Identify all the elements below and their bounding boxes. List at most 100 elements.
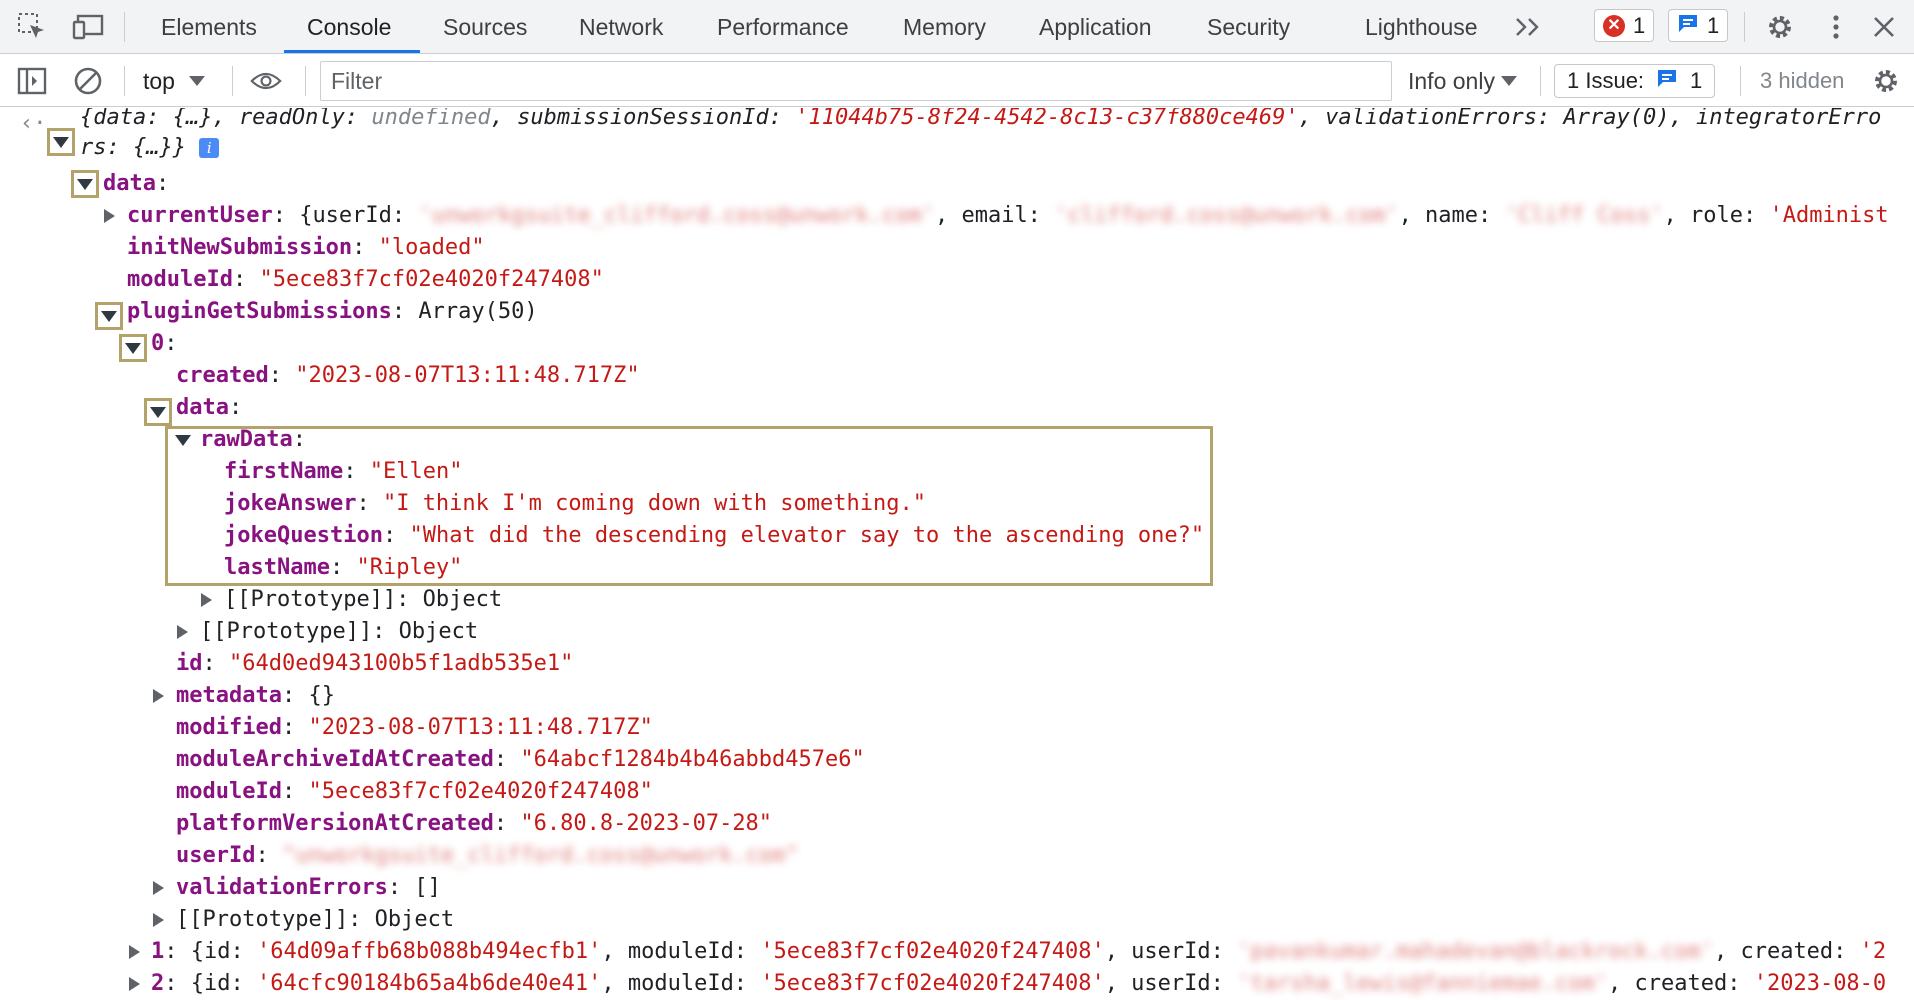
redacted-user-id: "unworkgsuite_clifford.coss@unwork.com" [281, 843, 799, 868]
expand-toggle-metadata[interactable] [153, 680, 164, 712]
property-prototype-item[interactable]: [[Prototype]]: Object [176, 904, 454, 936]
property-prototype-data[interactable]: [[Prototype]]: Object [200, 616, 478, 648]
chevron-right-icon [153, 913, 164, 927]
redacted-user-id: 'unworkgsuite_clifford.coss@unwork.com' [418, 203, 935, 228]
divider [1540, 66, 1541, 96]
context-label: top [143, 68, 175, 94]
redacted-name: 'Cliff Coss' [1504, 203, 1664, 228]
expand-toggle-rawdata[interactable] [175, 424, 191, 456]
error-icon: ✕ [1603, 14, 1625, 37]
tab-network[interactable]: Network [579, 0, 663, 54]
divider [305, 66, 306, 96]
clear-console-icon[interactable] [72, 65, 104, 97]
message-count: 1 [1707, 12, 1720, 38]
redacted-user-id: 'tarsha_lewis@fanniemae.com' [1237, 971, 1609, 996]
property-validationerrors[interactable]: validationErrors: [] [176, 872, 441, 904]
issues-button[interactable]: 1 Issue: 1 [1554, 64, 1716, 98]
log-levels-label: Info only [1408, 68, 1495, 94]
redacted-email: 'clifford.coss@unwork.com' [1054, 203, 1399, 228]
tab-security[interactable]: Security [1207, 0, 1290, 54]
close-icon[interactable] [1868, 11, 1900, 43]
expand-toggle-item-data[interactable] [144, 398, 172, 426]
property-item-data[interactable]: data: [176, 392, 242, 424]
tab-performance[interactable]: Performance [717, 0, 849, 54]
object-summary[interactable]: {data: {…}, readOnly: undefined, submiss… [80, 108, 1881, 134]
property-userid[interactable]: userId: "unworkgsuite_clifford.coss@unwo… [176, 840, 799, 872]
expand-toggle-prototype-data[interactable] [177, 616, 188, 648]
expand-toggle-item-0[interactable] [119, 334, 147, 362]
tab-memory[interactable]: Memory [903, 0, 986, 54]
expand-toggle-validationerrors[interactable] [153, 872, 164, 904]
error-count: 1 [1633, 12, 1646, 38]
expand-toggle-item-2[interactable] [129, 968, 140, 1000]
chevron-right-icon [153, 881, 164, 895]
chevron-right-icon [129, 945, 140, 959]
expand-toggle-plugingetsubmissions[interactable] [95, 302, 123, 330]
console-settings-gear-icon[interactable] [1870, 65, 1902, 97]
chevron-right-icon [153, 689, 164, 703]
expand-toggle-prototype-rawdata[interactable] [201, 584, 212, 616]
issues-count: 1 [1690, 68, 1703, 93]
tab-lighthouse[interactable]: Lighthouse [1365, 0, 1478, 54]
device-toolbar-icon[interactable] [72, 11, 104, 43]
expand-toggle-currentuser[interactable] [104, 200, 115, 232]
redacted-user-id: 'pavankumar.mahadevan@blackrock.com' [1237, 939, 1714, 964]
property-jokequestion[interactable]: jokeQuestion: "What did the descending e… [224, 520, 1204, 552]
more-options-icon[interactable] [1820, 11, 1852, 43]
property-item-moduleid[interactable]: moduleId: "5ece83f7cf02e4020f247408" [176, 776, 653, 808]
tab-sources[interactable]: Sources [443, 0, 527, 54]
chevron-right-icon [177, 625, 188, 639]
expand-toggle-prototype-item[interactable] [153, 904, 164, 936]
log-levels-dropdown[interactable]: Info only [1408, 64, 1517, 98]
array-item-2[interactable]: 2: {id: '64cfc90184b65a4b6de40e41', modu… [151, 968, 1886, 1000]
tab-console[interactable]: Console [307, 0, 391, 54]
property-rawdata[interactable]: rawData: [200, 424, 306, 456]
property-prototype-rawdata[interactable]: [[Prototype]]: Object [224, 584, 502, 616]
property-created[interactable]: created: "2023-08-07T13:11:48.717Z" [176, 360, 640, 392]
live-expression-eye-icon[interactable] [250, 65, 282, 97]
context-selector[interactable]: top [143, 64, 205, 98]
array-item-1[interactable]: 1: {id: '64d09affb68b088b494ecfb1', modu… [151, 936, 1886, 968]
tab-elements[interactable]: Elements [161, 0, 257, 54]
array-index-0[interactable]: 0: [151, 328, 178, 360]
hidden-messages-count: 3 hidden [1760, 68, 1845, 93]
chevron-right-icon [201, 593, 212, 607]
divider [1740, 66, 1741, 96]
property-moduleid[interactable]: moduleId: "5ece83f7cf02e4020f247408" [127, 264, 604, 296]
message-icon [1656, 68, 1678, 94]
info-icon: i [199, 138, 220, 158]
expand-toggle-data[interactable] [71, 170, 99, 198]
property-modulearchiveidatcreated[interactable]: moduleArchiveIdAtCreated: "64abcf1284b4b… [176, 744, 865, 776]
tab-application[interactable]: Application [1039, 0, 1152, 54]
property-data[interactable]: data: [103, 168, 169, 200]
filter-input[interactable] [320, 61, 1392, 101]
chevron-right-icon [129, 977, 140, 991]
expand-toggle-item-1[interactable] [129, 936, 140, 968]
expand-toggle-root[interactable] [47, 128, 75, 156]
property-metadata[interactable]: metadata: {} [176, 680, 335, 712]
inspect-element-icon[interactable] [16, 11, 48, 43]
property-platformversionatcreated[interactable]: platformVersionAtCreated: "6.80.8-2023-0… [176, 808, 772, 840]
devtools-tab-bar: Elements Console Sources Network Perform… [0, 0, 1914, 54]
more-tabs-icon[interactable] [1512, 11, 1544, 43]
active-tab-indicator [284, 50, 420, 53]
property-initnewsubmission[interactable]: initNewSubmission: "loaded" [127, 232, 485, 264]
chevron-down-icon [1500, 76, 1517, 86]
chevron-down-icon [188, 76, 205, 86]
property-plugingetsubmissions[interactable]: pluginGetSubmissions: Array(50) [127, 296, 538, 328]
property-modified[interactable]: modified: "2023-08-07T13:11:48.717Z" [176, 712, 653, 744]
property-firstname[interactable]: firstName: "Ellen" [224, 456, 462, 488]
chevron-down-icon [125, 342, 141, 354]
divider [232, 66, 233, 96]
property-lastname[interactable]: lastName: "Ripley" [224, 552, 462, 584]
message-counter-button[interactable]: 1 [1668, 9, 1729, 42]
chevron-down-icon [53, 136, 69, 148]
console-output: ‹· {data: {…}, readOnly: undefined, subm… [0, 108, 1914, 1000]
property-jokeanswer[interactable]: jokeAnswer: "I think I'm coming down wit… [224, 488, 926, 520]
sidebar-toggle-icon[interactable] [16, 65, 48, 97]
settings-gear-icon[interactable] [1764, 11, 1796, 43]
chevron-right-icon [104, 209, 115, 223]
property-id[interactable]: id: "64d0ed943100b5f1adb535e1" [176, 648, 573, 680]
error-counter-button[interactable]: ✕ 1 [1594, 9, 1655, 42]
property-currentuser[interactable]: currentUser: {userId: 'unworkgsuite_clif… [127, 200, 1889, 232]
